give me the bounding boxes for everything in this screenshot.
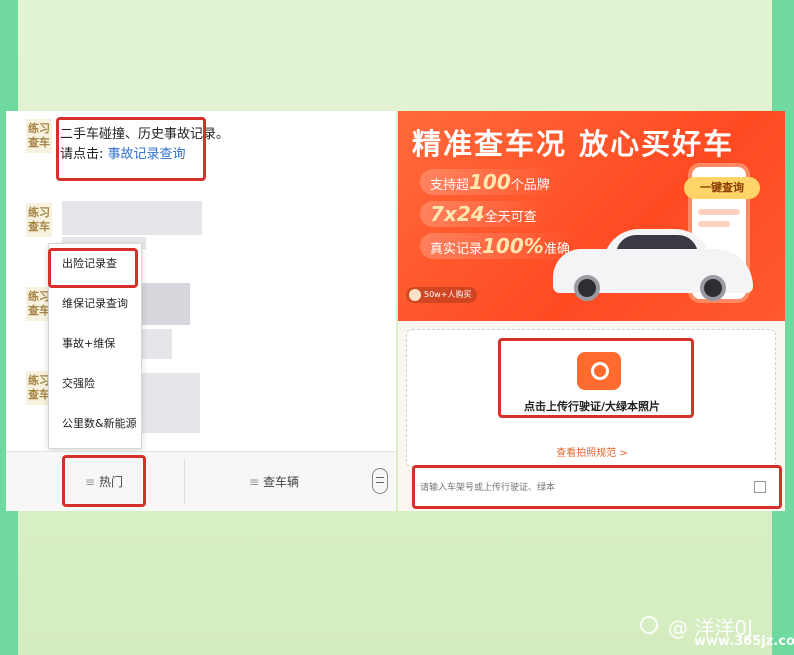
highlight-box-input xyxy=(412,465,782,509)
feature-suffix: 个品牌 xyxy=(510,178,550,193)
avatar: 练习 查车 xyxy=(26,119,52,153)
wheel-icon xyxy=(574,275,600,301)
user-avatar-icon xyxy=(409,289,421,301)
phone-line xyxy=(698,209,740,215)
feature-pill: 支持超100个品牌 xyxy=(420,169,560,195)
watermark-site: www.365jz.com xyxy=(694,634,794,649)
menu-lines-icon: ≡ xyxy=(249,475,260,489)
menu-item-compulsory-insurance[interactable]: 交强险 xyxy=(49,364,141,404)
phone-line xyxy=(698,221,730,227)
avatar: 练习 查车 xyxy=(26,203,52,237)
feature-prefix: 支持超 xyxy=(430,178,470,193)
one-click-query-button[interactable]: 一键查询 xyxy=(684,177,760,199)
feature-suffix: 全天可查 xyxy=(484,210,537,225)
photo-guide-link[interactable]: 查看拍照规范 > xyxy=(407,444,777,459)
buyers-badge: 50w+人购买 xyxy=(406,287,478,303)
feature-pill: 真实记录100%准确 xyxy=(420,233,580,259)
tab-check-vehicle[interactable]: ≡ 查车辆 xyxy=(184,452,364,511)
robot-icon[interactable] xyxy=(372,468,388,494)
menu-item-mileage-ev[interactable]: 公里数&新能源 xyxy=(49,404,141,444)
buyers-count: 50w+人购买 xyxy=(424,290,472,299)
blurred-bubble xyxy=(142,283,190,325)
blurred-bubble xyxy=(142,373,200,433)
watermark-logo-icon xyxy=(640,616,658,634)
feature-highlight: 100 xyxy=(469,170,511,194)
wheel-icon xyxy=(700,275,726,301)
left-chat-screenshot: 练习 查车 练习 查车 练习 查车 练习 查车 二手车碰撞、历史事故记录。 请点击: 事… xyxy=(6,111,396,511)
menu-item-accident-maintenance[interactable]: 事故+维保 xyxy=(49,324,141,364)
feature-highlight: 7x24 xyxy=(430,202,485,226)
feature-pill: 7x24全天可查 xyxy=(420,201,547,227)
feature-prefix: 真实记录 xyxy=(430,242,483,257)
promo-banner: 精准查车况 放心买好车 支持超100个品牌 7x24全天可查 真实记录100%准… xyxy=(398,111,785,321)
banner-title: 精准查车况 放心买好车 xyxy=(412,127,735,161)
highlight-box-upload xyxy=(498,338,694,418)
blurred-bubble xyxy=(142,329,172,359)
tab-label: 查车辆 xyxy=(262,475,299,489)
highlight-box-tab xyxy=(62,455,146,507)
right-app-screenshot: 精准查车况 放心买好车 支持超100个品牌 7x24全天可查 真实记录100%准… xyxy=(398,111,785,511)
blurred-bubble xyxy=(62,201,202,235)
highlight-box-message xyxy=(56,117,206,181)
menu-item-maintenance-record[interactable]: 维保记录查询 xyxy=(49,284,141,324)
highlight-box-menu-item xyxy=(48,248,138,288)
feature-highlight: 100% xyxy=(482,234,544,258)
